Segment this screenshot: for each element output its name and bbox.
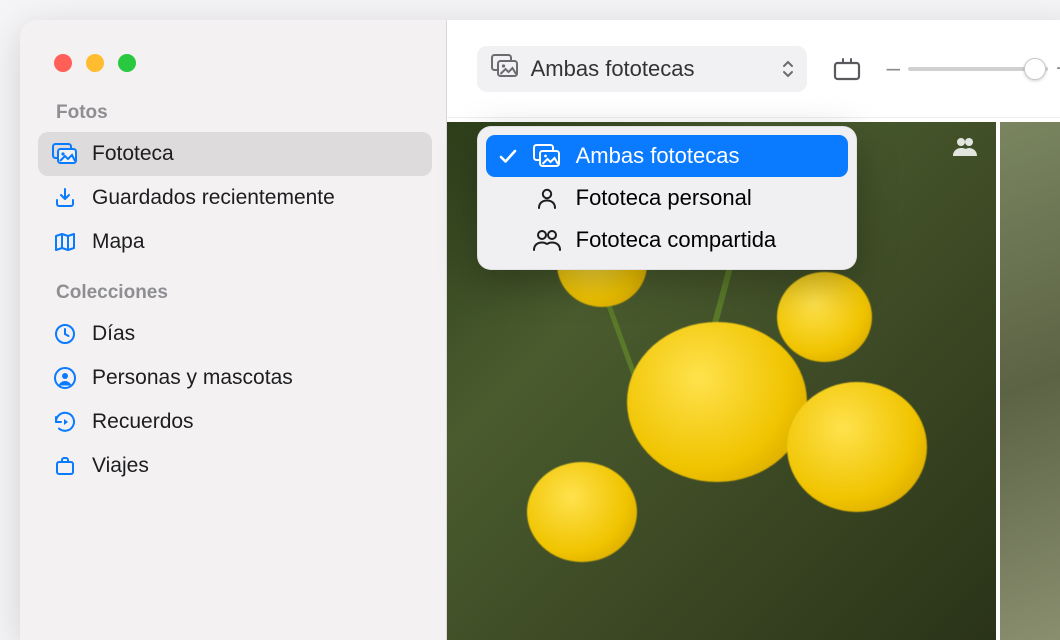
sidebar-item-map[interactable]: Mapa — [38, 220, 432, 264]
zoom-slider-group: – + — [887, 55, 1060, 83]
sidebar-item-label: Fototeca — [92, 142, 174, 166]
zoom-in-button[interactable]: + — [1056, 55, 1060, 83]
library-selector-dropdown[interactable]: Ambas fototecas — [477, 46, 807, 92]
sidebar: Fotos Fototeca Guardados recientemente — [20, 20, 447, 640]
sidebar-item-memories[interactable]: Recuerdos — [38, 400, 432, 444]
sidebar-item-days[interactable]: Días — [38, 312, 432, 356]
toolbar: Ambas fototecas – + — [447, 20, 1060, 118]
sidebar-section-header: Fotos — [56, 102, 432, 124]
rewind-icon — [52, 409, 78, 435]
sidebar-item-people-pets[interactable]: Personas y mascotas — [38, 356, 432, 400]
close-window-button[interactable] — [54, 54, 72, 72]
shared-library-icon — [952, 136, 978, 161]
suitcase-icon — [52, 453, 78, 479]
library-selector-label: Ambas fototecas — [531, 56, 695, 82]
sidebar-item-label: Viajes — [92, 454, 149, 478]
sidebar-item-label: Mapa — [92, 230, 145, 254]
two-person-icon — [532, 228, 562, 252]
library-icon — [491, 54, 519, 84]
main-content: Ambas fototecas – + — [447, 20, 1060, 640]
zoom-out-button[interactable]: – — [887, 55, 900, 83]
menu-item-label: Fototeca compartida — [576, 227, 777, 253]
sidebar-item-label: Guardados recientemente — [92, 186, 335, 210]
checkmark-icon — [498, 148, 518, 164]
clock-icon — [52, 321, 78, 347]
library-icon — [52, 141, 78, 167]
sidebar-item-label: Días — [92, 322, 135, 346]
chevron-up-down-icon — [781, 59, 795, 79]
zoom-slider-thumb[interactable] — [1024, 58, 1046, 80]
sidebar-item-trips[interactable]: Viajes — [38, 444, 432, 488]
minimize-window-button[interactable] — [86, 54, 104, 72]
sidebar-item-label: Recuerdos — [92, 410, 194, 434]
menu-item-both-libraries[interactable]: Ambas fototecas — [486, 135, 848, 177]
aspect-ratio-button[interactable] — [825, 51, 869, 87]
app-window: Fotos Fototeca Guardados recientemente — [20, 20, 1060, 640]
menu-item-label: Ambas fototecas — [576, 143, 740, 169]
zoom-slider[interactable] — [908, 67, 1048, 71]
sidebar-item-saved-recently[interactable]: Guardados recientemente — [38, 176, 432, 220]
download-icon — [52, 185, 78, 211]
sidebar-item-label: Personas y mascotas — [92, 366, 293, 390]
sidebar-item-fototeca[interactable]: Fototeca — [38, 132, 432, 176]
sidebar-section-header: Colecciones — [56, 282, 432, 304]
photo-thumbnail[interactable] — [1000, 122, 1060, 640]
menu-item-label: Fototeca personal — [576, 185, 752, 211]
person-icon — [532, 186, 562, 210]
window-controls — [54, 54, 432, 72]
fullscreen-window-button[interactable] — [118, 54, 136, 72]
library-icon — [532, 144, 562, 168]
menu-item-personal-library[interactable]: Fototeca personal — [486, 177, 848, 219]
library-selector-menu: Ambas fototecas Fototeca personal — [477, 126, 857, 270]
menu-item-shared-library[interactable]: Fototeca compartida — [486, 219, 848, 261]
map-icon — [52, 229, 78, 255]
person-circle-icon — [52, 365, 78, 391]
